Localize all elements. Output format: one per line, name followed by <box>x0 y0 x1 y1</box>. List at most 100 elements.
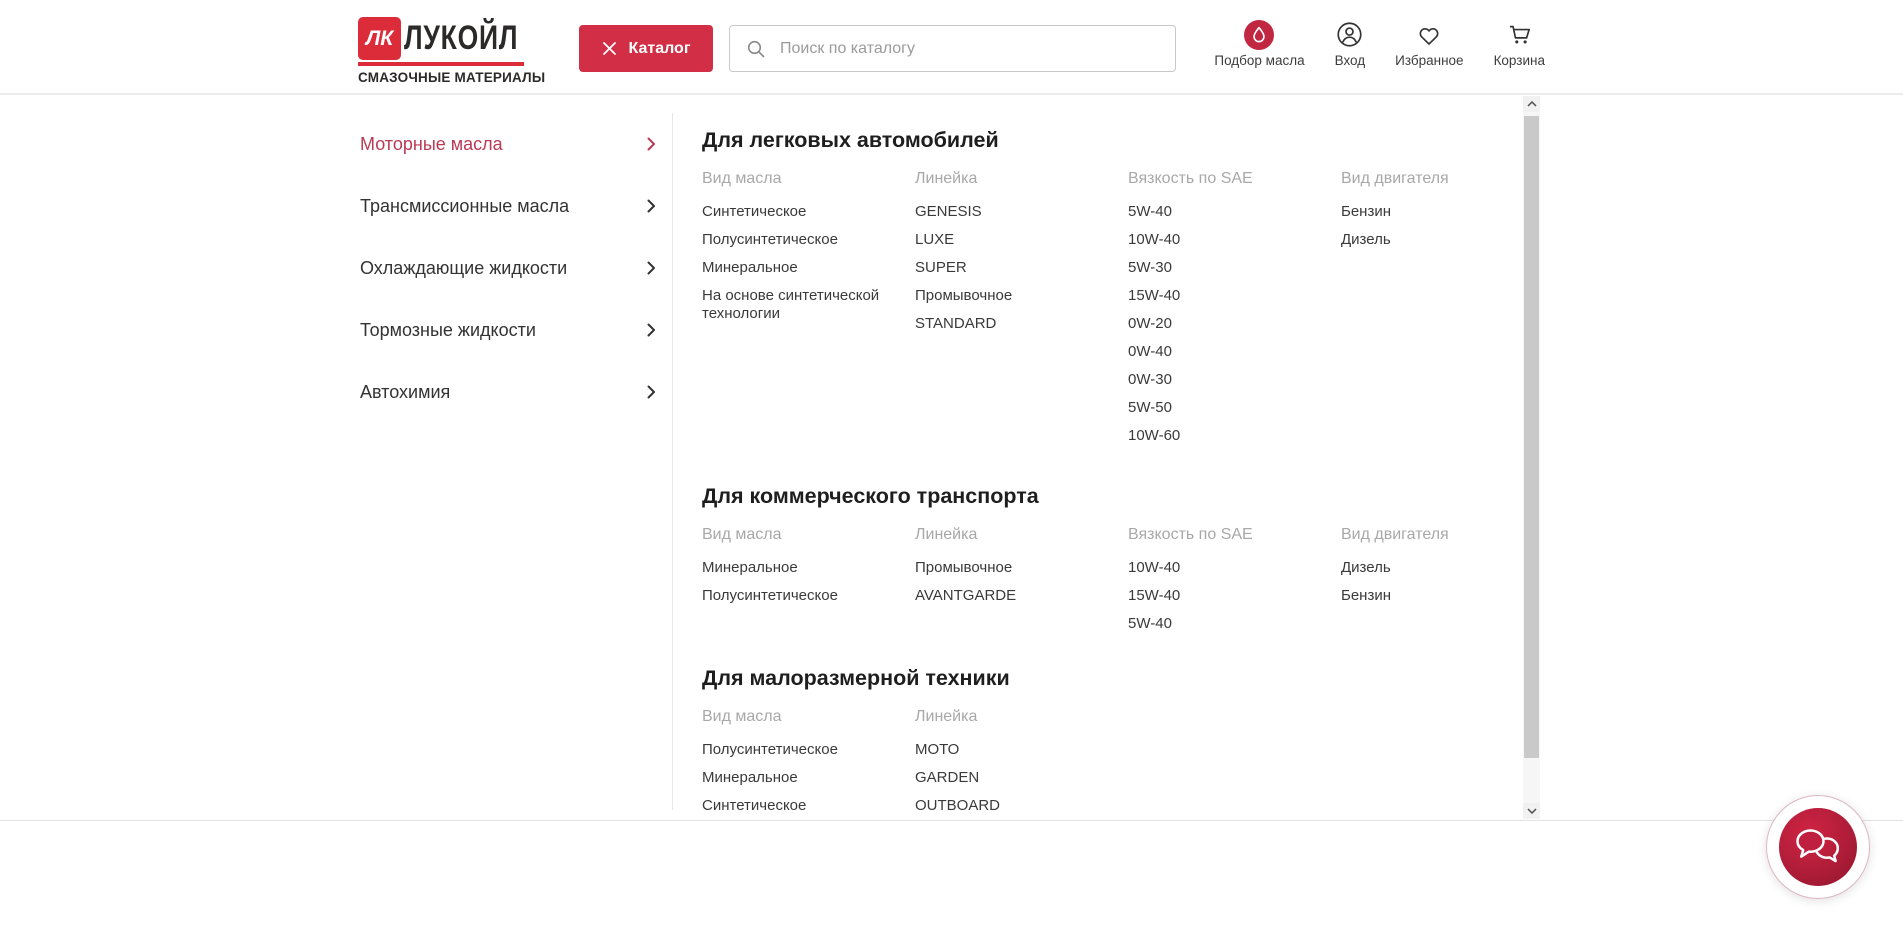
sidebar-item-transmission-oils[interactable]: Трансмиссионные масла <box>358 175 672 237</box>
filter-option[interactable]: Промывочное <box>915 559 1128 577</box>
filter-column-line: Линейка GENESIS LUXE SUPER Промывочное STAND… <box>915 169 1128 455</box>
filter-option[interactable]: Минеральное <box>702 559 915 577</box>
catalog-dropdown-panel: Моторные масла Трансмиссионные масла Охл… <box>0 95 1903 821</box>
filter-option[interactable]: 0W-30 <box>1128 371 1341 389</box>
sidebar-item-label: Автохимия <box>360 382 450 403</box>
search-box <box>729 25 1176 72</box>
filter-option[interactable]: Минеральное <box>702 259 915 277</box>
filter-option[interactable]: 15W-40 <box>1128 587 1341 605</box>
chevron-right-icon <box>647 199 656 213</box>
filter-option[interactable]: Синтетическое <box>702 797 915 815</box>
section-title[interactable]: Для коммерческого транспорта <box>702 484 1523 509</box>
scrollbar-up-button[interactable] <box>1523 96 1540 112</box>
filter-option[interactable]: 10W-40 <box>1128 559 1341 577</box>
sidebar-item-autochemistry[interactable]: Автохимия <box>358 361 672 423</box>
sidebar-item-brake-fluids[interactable]: Тормозные жидкости <box>358 299 672 361</box>
panel-scrollbar <box>1523 96 1540 819</box>
lukoil-mark-icon: ЛК <box>358 17 401 60</box>
chevron-right-icon <box>647 261 656 275</box>
scrollbar-thumb[interactable] <box>1524 116 1539 758</box>
close-icon <box>602 41 617 56</box>
oil-picker-button[interactable]: Подбор масла <box>1214 19 1304 68</box>
chevron-down-icon <box>1527 808 1537 814</box>
logo-subtitle: СМАЗОЧНЫЕ МАТЕРИАЛЫ <box>358 70 524 85</box>
filter-option[interactable]: 10W-60 <box>1128 427 1341 445</box>
filter-option[interactable]: GARDEN <box>915 769 1128 787</box>
filter-option[interactable]: Полусинтетическое <box>702 741 915 759</box>
filter-option[interactable]: 0W-40 <box>1128 343 1341 361</box>
column-header: Вид масла <box>702 169 915 189</box>
column-header: Вязкость по SAE <box>1128 525 1341 545</box>
filter-option[interactable]: 5W-40 <box>1128 615 1341 633</box>
scrollbar-down-button[interactable] <box>1523 803 1540 819</box>
cart-icon <box>1506 21 1533 48</box>
column-header: Вязкость по SAE <box>1128 169 1341 189</box>
filter-option[interactable]: 15W-40 <box>1128 287 1341 305</box>
filter-column-sae: Вязкость по SAE 10W-40 15W-40 5W-40 <box>1128 525 1341 643</box>
logo-title: ЛУКОЙЛ <box>404 17 518 60</box>
sidebar-divider <box>672 113 673 810</box>
chevron-right-icon <box>647 137 656 151</box>
column-header: Вид масла <box>702 525 915 545</box>
header-actions: Подбор масла Вход Избран <box>1184 19 1545 68</box>
login-label: Вход <box>1335 53 1366 68</box>
logo-red-bar <box>358 62 524 66</box>
sidebar-item-motor-oils[interactable]: Моторные масла <box>358 113 672 175</box>
catalog-button[interactable]: Каталог <box>579 25 713 72</box>
cart-label: Корзина <box>1494 53 1545 68</box>
filter-option[interactable]: Полусинтетическое <box>702 231 915 249</box>
filter-option[interactable]: SUPER <box>915 259 1128 277</box>
filter-column-sae: Вязкость по SAE 5W-40 10W-40 5W-30 15W-40 0W… <box>1128 169 1341 455</box>
site-header: ЛК ЛУКОЙЛ СМАЗОЧНЫЕ МАТЕРИАЛЫ Каталог <box>0 0 1903 95</box>
section-passenger-cars: Для легковых автомобилей Вид масла Синте… <box>702 128 1523 455</box>
favorites-label: Избранное <box>1395 53 1463 68</box>
sidebar-item-coolants[interactable]: Охлаждающие жидкости <box>358 237 672 299</box>
filter-column-line: Линейка ПромывочноеAVANTGARDE <box>915 525 1128 643</box>
catalog-button-label: Каталог <box>629 40 691 58</box>
column-header: Линейка <box>915 169 1128 189</box>
filter-option[interactable]: AVANTGARDE <box>915 587 1128 605</box>
favorites-button[interactable]: Избранное <box>1395 19 1463 68</box>
oil-drop-icon <box>1244 20 1274 50</box>
filter-option[interactable]: OUTBOARD <box>915 797 1128 815</box>
filter-option[interactable]: GENESIS <box>915 203 1128 221</box>
filter-column-line: Линейка МОТО GARDEN OUTBOARD <box>915 707 1128 825</box>
filter-column-oil-type: Вид масла Синтетическое Полусинтетическое… <box>702 169 915 455</box>
heart-icon <box>1416 22 1442 48</box>
search-input[interactable] <box>778 39 1175 59</box>
filter-option[interactable]: Полусинтетическое <box>702 587 915 605</box>
section-title[interactable]: Для легковых автомобилей <box>702 128 1523 153</box>
chevron-right-icon <box>647 323 656 337</box>
filter-option[interactable]: 10W-40 <box>1128 231 1341 249</box>
filter-option[interactable]: На основе синтетической технологии <box>702 287 915 323</box>
filter-option[interactable]: 5W-30 <box>1128 259 1341 277</box>
column-header: Линейка <box>915 707 1128 727</box>
sidebar-item-label: Моторные масла <box>360 134 503 155</box>
cart-button[interactable]: Корзина <box>1494 19 1545 68</box>
sidebar-item-label: Охлаждающие жидкости <box>360 258 567 279</box>
search-icon <box>746 39 766 59</box>
filter-option[interactable]: Синтетическое <box>702 203 915 221</box>
filter-option[interactable]: LUXE <box>915 231 1128 249</box>
chat-widget-button[interactable] <box>1766 795 1870 899</box>
filter-option[interactable]: 5W-40 <box>1128 203 1341 221</box>
section-title[interactable]: Для малоразмерной техники <box>702 666 1523 691</box>
section-commercial-transport: Для коммерческого транспорта Вид масла М… <box>702 484 1523 643</box>
site-logo[interactable]: ЛК ЛУКОЙЛ СМАЗОЧНЫЕ МАТЕРИАЛЫ <box>358 17 524 85</box>
filter-option[interactable]: 5W-50 <box>1128 399 1341 417</box>
filter-option[interactable]: Минеральное <box>702 769 915 787</box>
user-icon <box>1336 21 1363 48</box>
filter-option[interactable]: 0W-20 <box>1128 315 1341 333</box>
chevron-up-icon <box>1527 101 1537 107</box>
sidebar-item-label: Трансмиссионные масла <box>360 196 569 217</box>
filter-option[interactable]: Промывочное <box>915 287 1128 305</box>
menu-content: Для легковых автомобилей Вид масла Синте… <box>702 95 1523 820</box>
filter-option[interactable]: МОТО <box>915 741 1128 759</box>
oil-picker-label: Подбор масла <box>1214 53 1304 68</box>
chevron-right-icon <box>647 385 656 399</box>
filter-option[interactable]: STANDARD <box>915 315 1128 333</box>
chat-icon <box>1779 808 1857 886</box>
login-button[interactable]: Вход <box>1335 19 1366 68</box>
sidebar-item-label: Тормозные жидкости <box>360 320 536 341</box>
filter-column-oil-type: Вид масла Минеральное Полусинтетическое <box>702 525 915 643</box>
